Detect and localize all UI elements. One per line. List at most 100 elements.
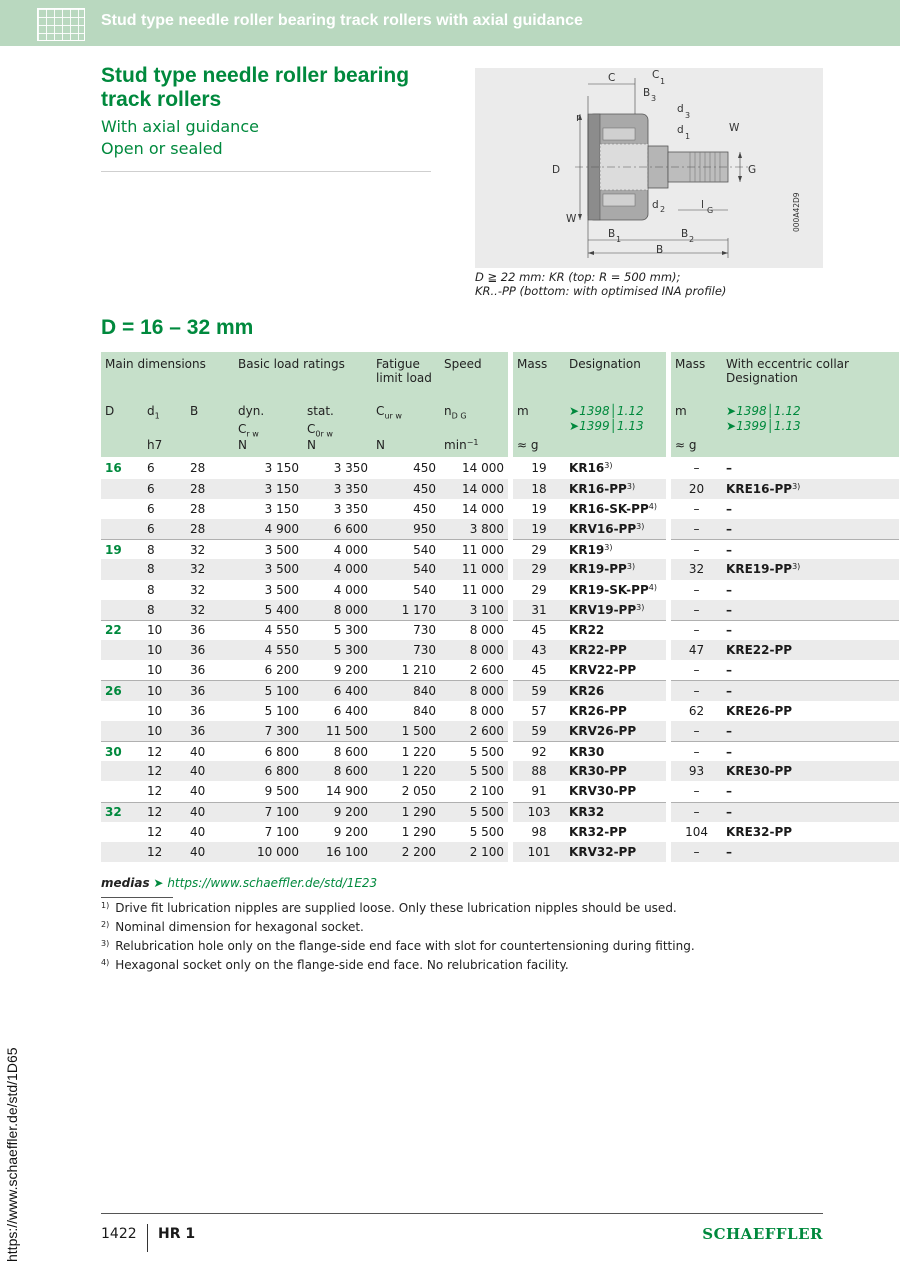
- cell-dyn-load: 6 200: [264, 663, 300, 678]
- cell-B: 28: [186, 478, 235, 499]
- cell-speed: 14 000: [462, 461, 505, 476]
- cell-designation: KR19-SK-PP4): [569, 582, 657, 597]
- cell-D: [101, 478, 143, 499]
- cell-mass-eccentric: 32: [671, 559, 723, 580]
- cell-dyn-load: 4 550: [234, 640, 304, 661]
- cell-designation: KR193): [565, 539, 667, 559]
- cell-eccentric-designation: KRE19-PP3): [722, 559, 900, 580]
- cell-designation: KRV26-PP: [565, 720, 667, 742]
- cell-stat-load: 8 000: [303, 599, 373, 620]
- cell-d1: 6: [147, 461, 155, 476]
- cell-mass-eccentric: –: [671, 741, 723, 761]
- cell-dyn-load: 6 800: [234, 761, 304, 782]
- cell-d1: 12: [147, 824, 163, 839]
- unit-N-stat: N: [303, 438, 373, 459]
- cell-eccentric-designation: –: [726, 461, 733, 476]
- cell-speed: 14 000: [440, 478, 509, 499]
- cell-eccentric-designation: KRE32-PP: [726, 824, 793, 839]
- dim-label-W-top: W: [729, 122, 740, 134]
- footnote-1: 1) Drive fit lubrication nipples are supp…: [101, 901, 677, 915]
- cell-d1: 8: [147, 582, 155, 597]
- cell-mass: 29: [513, 559, 566, 580]
- cell-stat-load: 9 200: [303, 801, 373, 822]
- header-designation: Designation: [565, 352, 667, 398]
- header-eccentric-designation: With eccentric collar Designation: [722, 352, 900, 398]
- range-title: D = 16 – 32 mm: [101, 316, 254, 339]
- cell-designation: KR30: [565, 741, 667, 761]
- cell-designation: KR16-SK-PP4): [569, 501, 657, 516]
- cell-d1: 6: [147, 501, 155, 516]
- cell-D: [101, 599, 143, 620]
- cell-d1: 8: [143, 599, 186, 620]
- cell-B: 40: [186, 801, 235, 822]
- cell-mass-eccentric: –: [693, 461, 700, 476]
- ref-link-1399[interactable]: ➤1399│1.13: [569, 419, 662, 434]
- symbol-m: m: [513, 398, 566, 439]
- cell-mass-eccentric: –: [671, 518, 723, 540]
- cell-B: 36: [190, 663, 206, 678]
- ref-link-1398-eccentric[interactable]: ➤1398│1.12: [726, 404, 895, 419]
- cell-fatigue-load: 840: [413, 703, 437, 718]
- cell-speed: 8 000: [440, 640, 509, 661]
- page-number: 1422: [101, 1226, 137, 1242]
- cell-D: [101, 720, 143, 742]
- cell-fatigue-load: 540: [413, 582, 437, 597]
- cell-speed: 2 600: [440, 720, 509, 742]
- cell-fatigue-load: 1 220: [372, 761, 441, 782]
- cell-designation: KR30-PP: [565, 761, 667, 782]
- table-row: 10 36 5 100 6 400 840 8 000 57 KR26-PP 62 KRE26-P…: [101, 700, 899, 721]
- cell-eccentric-designation: –: [722, 680, 900, 701]
- ref-link-1398[interactable]: ➤1398│1.12: [569, 404, 662, 419]
- dim-label-G: G: [748, 164, 757, 176]
- dim-label-d1-sub: 1: [685, 132, 691, 141]
- cell-dyn-load: 3 150: [234, 478, 304, 499]
- cell-mass: 91: [531, 784, 547, 799]
- cell-designation: KRV19-PP3): [565, 599, 667, 620]
- cell-mass-eccentric: –: [693, 501, 700, 516]
- cell-eccentric-designation: –: [722, 841, 900, 863]
- cell-fatigue-load: 950: [372, 518, 441, 540]
- cell-eccentric-designation: –: [726, 582, 733, 597]
- cell-mass-eccentric: –: [671, 841, 723, 863]
- product-subtitle-sealing: Open or sealed: [101, 139, 223, 158]
- dim-label-r: r: [576, 112, 581, 124]
- table-row: 22 10 36 4 550 5 300 730 8 000 45 KR22– –: [101, 619, 900, 641]
- cell-B: 36: [186, 619, 235, 640]
- header-main-dimensions: Main dimensions: [101, 352, 235, 398]
- cell-B: 36: [186, 640, 235, 661]
- media-link[interactable]: https://www.schaeffler.de/std/1E23: [167, 876, 377, 890]
- product-subtitle-guidance: With axial guidance: [101, 117, 259, 136]
- cell-stat-load: 6 400: [333, 703, 369, 718]
- symbol-d1: d1: [143, 398, 186, 439]
- table-header-row: Main dimensions Basic load ratings Fatig…: [101, 352, 900, 398]
- cell-eccentric-designation: –: [722, 518, 900, 540]
- dim-label-B1: B: [608, 228, 616, 240]
- cell-designation: KR22: [565, 619, 667, 640]
- cell-mass: 45: [531, 663, 547, 678]
- cell-designation: KR163): [569, 461, 613, 476]
- cell-speed: 5 500: [440, 741, 509, 761]
- cell-mass: 19: [531, 501, 547, 516]
- table-row: 12 40 6 800 8 600 1 220 5 500 88 KR30-PP 93 KRE30…: [101, 761, 900, 782]
- cell-dyn-load: 10 000: [234, 841, 304, 863]
- drawing-caption-1: D ≧ 22 mm: KR (top: R = 500 mm);: [475, 270, 681, 284]
- cell-speed: 2 100: [469, 784, 505, 799]
- table-symbol-row: D d1 B dyn. Cr w stat. C0r w Cur w nD G m …: [101, 398, 900, 439]
- table-row: 32 12 40 7 100 9 200 1 290 5 500 103 KR32– –: [101, 801, 900, 822]
- table-unit-row: h7 N N N min−1 ≈ g ≈ g: [101, 438, 900, 459]
- media-label: medias: [101, 876, 150, 890]
- unit-min: min−1: [440, 438, 509, 459]
- ref-link-1399-eccentric[interactable]: ➤1399│1.13: [726, 419, 895, 434]
- cell-fatigue-load: 840: [372, 680, 441, 701]
- cell-fatigue-load: 730: [372, 619, 441, 640]
- side-url[interactable]: https://www.schaeffler.de/std/1D65: [4, 1047, 20, 1262]
- table-row: 12 40 10 000 16 100 2 200 2 100 101 KRV32-PP – –: [101, 841, 900, 863]
- cell-D: 26: [101, 680, 143, 701]
- symbol-stat: stat. C0r w: [303, 398, 373, 439]
- cell-dyn-load: 7 100: [264, 824, 300, 839]
- cell-eccentric-designation: KRE22-PP: [722, 640, 900, 661]
- cell-fatigue-load: 1 500: [372, 720, 441, 742]
- dim-label-d3: d: [677, 103, 684, 115]
- cell-dyn-load: 4 900: [234, 518, 304, 540]
- cell-fatigue-load: 1 220: [372, 741, 441, 761]
